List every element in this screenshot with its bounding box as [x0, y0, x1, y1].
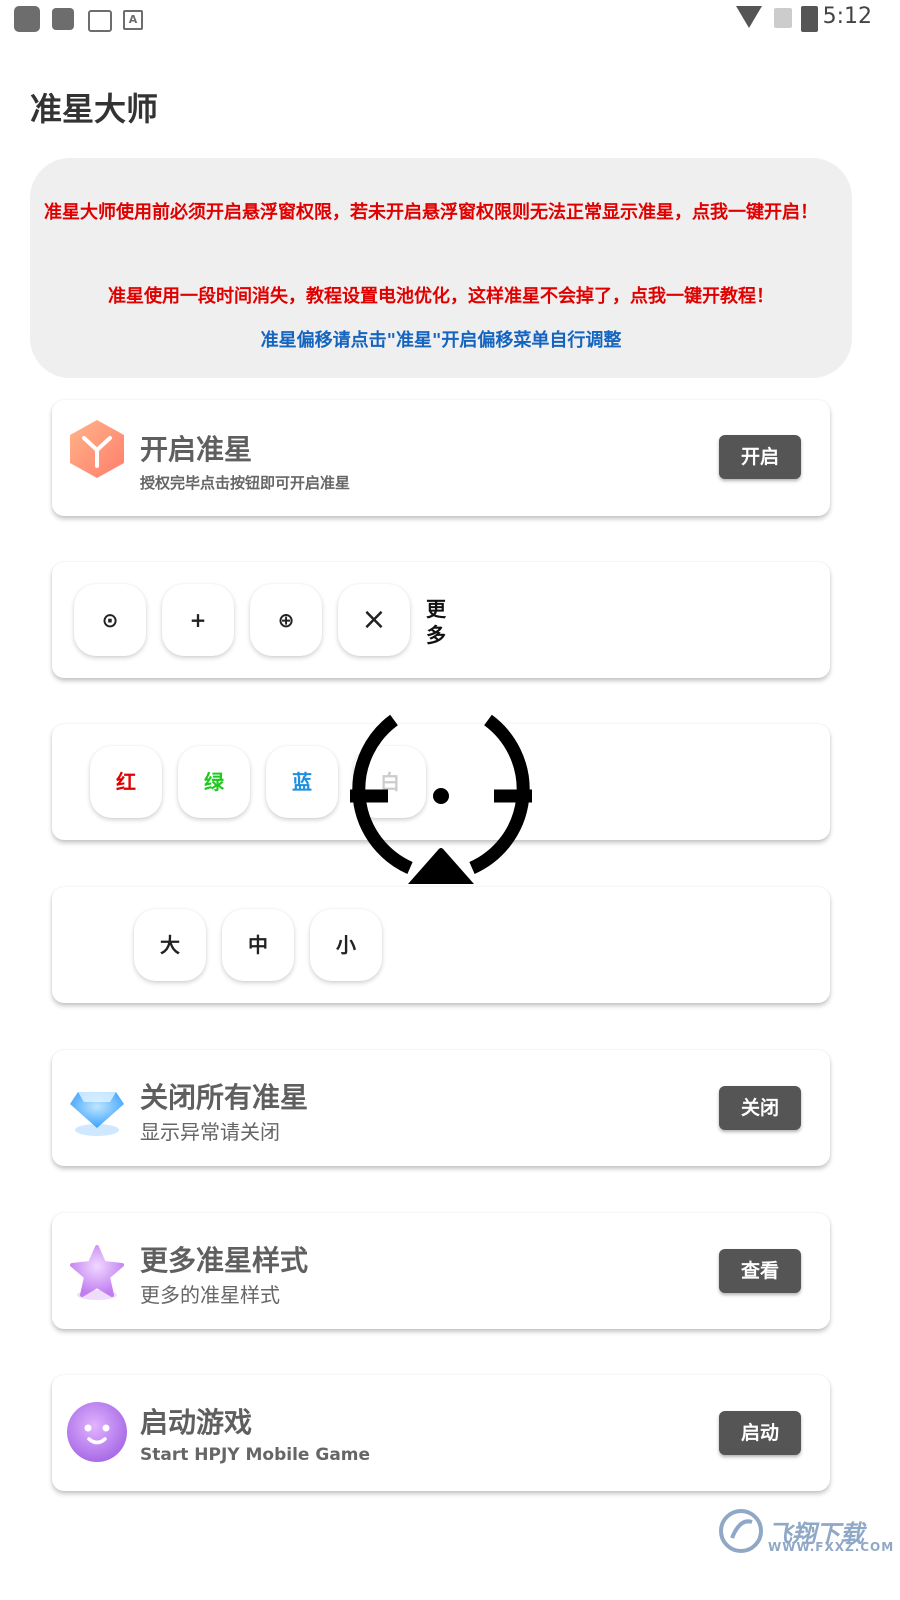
- overlay-permission-notice[interactable]: 准星大师使用前必须开启悬浮窗权限，若未开启悬浮窗权限则无法正常显示准星，点我一键…: [44, 200, 838, 226]
- watermark-url: WWW.FXXZ.COM: [768, 1540, 895, 1554]
- close-button[interactable]: 关闭: [719, 1086, 801, 1130]
- card-title: 更多准星样式: [140, 1244, 309, 1277]
- enable-crosshair-card: 开启准星 授权完毕点击按钮即可开启准星 开启: [52, 400, 830, 516]
- close-all-card: 关闭所有准星 显示异常请关闭 关闭: [52, 1050, 830, 1166]
- watermark: 飞翔下载 WWW.FXXZ.COM: [718, 1508, 893, 1556]
- launch-button[interactable]: 启动: [719, 1411, 801, 1455]
- offset-hint: 准星偏移请点击"准星"开启偏移菜单自行调整: [260, 330, 622, 351]
- view-button[interactable]: 查看: [719, 1249, 801, 1293]
- no-sim-icon: [774, 8, 792, 28]
- wifi-icon: [736, 6, 762, 28]
- style-x-button[interactable]: ×: [338, 584, 410, 656]
- color-green-button[interactable]: 绿: [178, 746, 250, 818]
- star-icon: [70, 1245, 124, 1300]
- card-subtitle: 更多的准星样式: [140, 1283, 280, 1307]
- card-title: 开启准星: [140, 433, 253, 466]
- launch-game-card: 启动游戏 Start HPJY Mobile Game 启动: [52, 1375, 830, 1491]
- size-large-button[interactable]: 大: [134, 909, 206, 981]
- style-plus-button[interactable]: +: [162, 584, 234, 656]
- notification-icon: [14, 6, 40, 32]
- style-circle-plus-button[interactable]: ⊕: [250, 584, 322, 656]
- battery-tutorial-notice[interactable]: 准星使用一段时间消失，教程设置电池优化，这样准星不会掉了，点我一键开教程！: [30, 284, 852, 310]
- size-small-button[interactable]: 小: [310, 909, 382, 981]
- crosshair-size-card: 大 中 小: [52, 887, 830, 1003]
- battery-charging-icon: [801, 6, 818, 32]
- card-title: 启动游戏: [140, 1406, 253, 1439]
- crosshair-style-card: ⊙ + ⊕ × 更多: [52, 562, 830, 678]
- style-dot-circle-button[interactable]: ⊙: [74, 584, 146, 656]
- color-blue-button[interactable]: 蓝: [266, 746, 338, 818]
- smiley-icon: [67, 1402, 127, 1462]
- font-icon: A: [123, 10, 143, 30]
- card-title: 关闭所有准星: [140, 1081, 309, 1114]
- app-title: 准星大师: [30, 90, 159, 128]
- more-styles-link[interactable]: 更多: [426, 596, 450, 648]
- card-subtitle: Start HPJY Mobile Game: [140, 1445, 371, 1465]
- notification-icon: [52, 8, 74, 30]
- more-styles-card: 更多准星样式 更多的准星样式 查看: [52, 1213, 830, 1329]
- size-medium-button[interactable]: 中: [222, 909, 294, 981]
- image-icon: [88, 10, 112, 32]
- color-red-button[interactable]: 红: [90, 746, 162, 818]
- card-subtitle: 显示异常请关闭: [140, 1120, 280, 1144]
- crosshair-overlay-icon[interactable]: [348, 712, 534, 888]
- status-bar: A 5:12: [0, 0, 900, 38]
- notice-panel: 准星大师使用前必须开启悬浮窗权限，若未开启悬浮窗权限则无法正常显示准星，点我一键…: [30, 158, 852, 378]
- cube-icon: [70, 420, 124, 478]
- watermark-logo-icon: [719, 1509, 763, 1553]
- diamond-icon: [70, 1092, 124, 1136]
- card-subtitle: 授权完毕点击按钮即可开启准星: [140, 474, 351, 492]
- enable-button[interactable]: 开启: [719, 435, 801, 479]
- status-time: 5:12: [822, 4, 872, 29]
